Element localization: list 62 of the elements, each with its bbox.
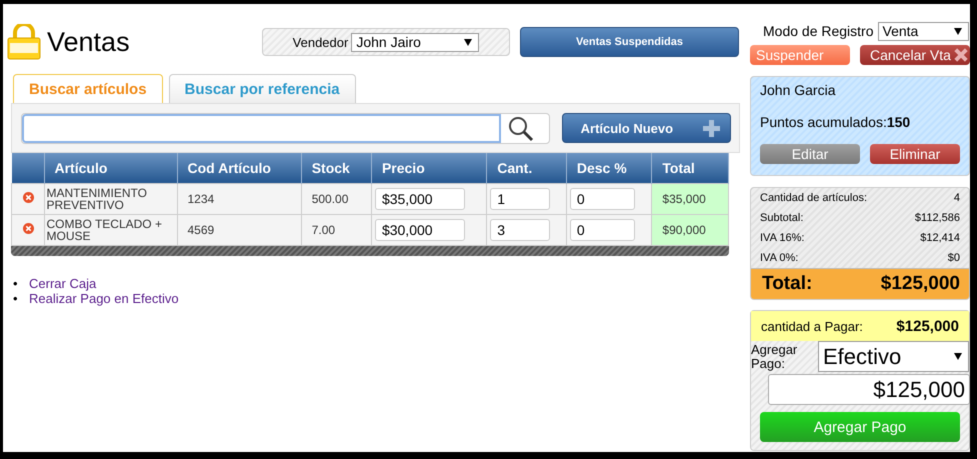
table-cell: 1234 [177, 184, 302, 214]
close-icon [954, 47, 968, 63]
summary-value: $0 [948, 252, 960, 264]
table-cell: COMBO TECLADO + MOUSE [44, 214, 177, 246]
remove-icon[interactable] [23, 192, 34, 203]
link[interactable]: Realizar Pago en Efectivo [29, 291, 179, 306]
discount-field[interactable]: 0 [570, 188, 635, 210]
new-item-button[interactable]: Artículo Nuevo [562, 113, 731, 143]
table-cell: 4569 [177, 214, 302, 246]
customer-name: John Garcia [760, 82, 836, 98]
quantity-field[interactable]: 3 [490, 219, 550, 241]
payment-method-select[interactable]: Efectivo [818, 341, 969, 372]
column-header: Cod Artículo [177, 153, 302, 184]
amount-field[interactable]: $125,000 [768, 374, 970, 405]
table-cell: MANTENIMIENTO PREVENTIVO [44, 184, 177, 214]
caret-icon [464, 38, 472, 46]
cancel-sale-button[interactable]: Cancelar Vta [860, 45, 970, 65]
points-value: 150 [886, 114, 910, 130]
caret-icon [954, 28, 962, 34]
summary-label: IVA 16%: [760, 232, 804, 244]
summary-label: Subtotal: [760, 212, 804, 224]
summary-label: Cantidad de artículos: [760, 192, 868, 204]
column-header: Total [652, 153, 728, 184]
summary-value: 4 [954, 192, 960, 204]
lock-icon [7, 24, 41, 60]
column-header: Artículo [44, 153, 177, 184]
column-header: Desc % [566, 153, 652, 184]
column-header: Precio [371, 153, 487, 184]
price-field[interactable]: $30,000 [374, 219, 465, 241]
summary-value: $12,414 [920, 232, 960, 244]
plus-icon [703, 120, 720, 136]
points-label: Puntos acumulados: [760, 114, 887, 130]
remove-icon[interactable] [23, 223, 34, 234]
suspended-sales-button[interactable]: Ventas Suspendidas [520, 27, 739, 57]
bullet: • [13, 291, 19, 306]
search-icon[interactable] [506, 114, 535, 142]
table-cell: 7.00 [301, 214, 372, 246]
add-payment-label: Agregar Pago: [751, 342, 798, 370]
summary-value: $112,586 [914, 212, 960, 224]
link[interactable]: Cerrar Caja [29, 276, 96, 291]
discount-field[interactable]: 0 [570, 219, 635, 241]
quantity-field[interactable]: 1 [490, 188, 550, 210]
column-header: Stock [301, 153, 372, 184]
amount-due-label: cantidad a Pagar: [761, 318, 863, 334]
amount-due-value: $125,000 [896, 318, 959, 334]
table-cell: $90,000 [652, 214, 728, 246]
bullet: • [13, 276, 19, 291]
mode-select[interactable]: Venta [878, 22, 969, 40]
table-cell: 500.00 [301, 184, 372, 214]
price-field[interactable]: $35,000 [374, 188, 465, 210]
vendor-select[interactable]: John Jairo [351, 32, 480, 52]
vendor-label: Vendedor [292, 34, 348, 50]
page-title: Ventas [47, 26, 131, 58]
table-cell: $35,000 [652, 184, 728, 214]
total-value: $125,000 [880, 273, 960, 295]
total-label: Total: [762, 273, 812, 295]
delete-button[interactable]: Eliminar [870, 144, 960, 164]
search-field[interactable] [21, 112, 550, 144]
column-header: Cant. [486, 153, 566, 184]
summary-label: IVA 0%: [760, 252, 798, 264]
mode-label: Modo de Registro [763, 23, 874, 39]
caret-icon [954, 353, 962, 360]
